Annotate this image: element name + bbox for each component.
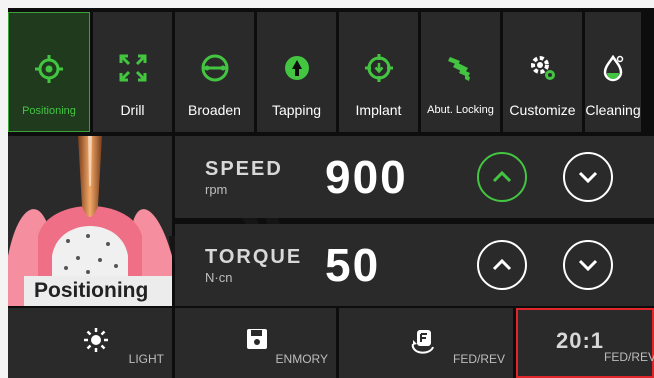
- gear-ratio-value: 20:1: [556, 328, 605, 353]
- light-button[interactable]: LIGHT: [8, 308, 172, 378]
- fedrev-button[interactable]: FED/REV: [339, 308, 513, 378]
- procedure-preview: Positioning: [8, 136, 172, 306]
- rotate-f-icon: [410, 328, 436, 359]
- fedrev-label: FED/REV: [452, 352, 505, 366]
- screw-icon: [445, 52, 477, 84]
- tool-tapping-button[interactable]: Tapping: [257, 12, 336, 132]
- speed-label: SPEED: [205, 158, 283, 180]
- expand-arrows-icon: [117, 52, 149, 84]
- tool-customize-button[interactable]: Customize: [503, 12, 582, 132]
- tool-label: Broaden: [188, 102, 241, 118]
- tool-label: Cleaning: [585, 102, 641, 118]
- torque-row: TORQUE N·cn 50: [175, 224, 654, 306]
- speed-row: SPEED rpm 900: [175, 136, 654, 218]
- speed-down-button[interactable]: [563, 152, 613, 202]
- control-panel-screen: Positioning Drill Broaden Tapping Implan…: [8, 8, 654, 378]
- implant-icon: [363, 52, 395, 84]
- tool-broaden-button[interactable]: Broaden: [175, 12, 254, 132]
- bottom-bar: LIGHT ENMORY FED/REV 20:1 FED/REV: [8, 308, 654, 378]
- save-icon: [246, 328, 268, 355]
- tool-drill-button[interactable]: Drill: [93, 12, 172, 132]
- water-drop-icon: [597, 52, 629, 84]
- preview-label: Positioning: [24, 276, 172, 306]
- speed-up-button[interactable]: [477, 152, 527, 202]
- gear-ratio-label: FED/REV: [603, 350, 654, 364]
- speed-value: 900: [325, 151, 408, 203]
- gears-icon: [527, 52, 559, 84]
- torque-label: TORQUE: [205, 246, 303, 268]
- tool-label: Positioning: [22, 105, 76, 117]
- tapping-icon: [281, 52, 313, 84]
- sun-icon: [84, 328, 108, 357]
- tool-abut-locking-button[interactable]: Abut. Locking: [421, 12, 500, 132]
- torque-down-button[interactable]: [563, 240, 613, 290]
- tool-bar: Positioning Drill Broaden Tapping Implan…: [8, 8, 654, 132]
- chevron-down-icon: [578, 259, 598, 272]
- chevron-up-icon: [492, 258, 512, 271]
- tool-cleaning-button[interactable]: Cleaning: [585, 12, 641, 132]
- gear-ratio-button[interactable]: 20:1 FED/REV: [516, 308, 654, 378]
- parameters: SPEED rpm 900 TORQUE N·cn 50: [169, 136, 654, 306]
- tool-label: Tapping: [271, 102, 322, 118]
- tool-label: Customize: [509, 102, 576, 118]
- tool-positioning-button[interactable]: Positioning: [8, 12, 90, 132]
- target-icon: [33, 53, 65, 85]
- memory-button[interactable]: ENMORY: [175, 308, 336, 378]
- torque-unit: N·cn: [205, 270, 233, 285]
- torque-value: 50: [325, 239, 381, 291]
- main-area: Positioning SPEED rpm 900 TORQUE N·cn 50: [8, 136, 654, 306]
- chevron-down-icon: [578, 171, 598, 184]
- broaden-circle-icon: [199, 52, 231, 84]
- tool-label: Abut. Locking: [427, 104, 494, 116]
- tool-label: Implant: [355, 102, 402, 118]
- memory-label: ENMORY: [275, 352, 328, 366]
- tool-label: Drill: [120, 102, 145, 118]
- tool-implant-button[interactable]: Implant: [339, 12, 418, 132]
- speed-unit: rpm: [205, 182, 228, 197]
- chevron-up-icon: [492, 170, 512, 183]
- light-label: LIGHT: [128, 352, 164, 366]
- torque-up-button[interactable]: [477, 240, 527, 290]
